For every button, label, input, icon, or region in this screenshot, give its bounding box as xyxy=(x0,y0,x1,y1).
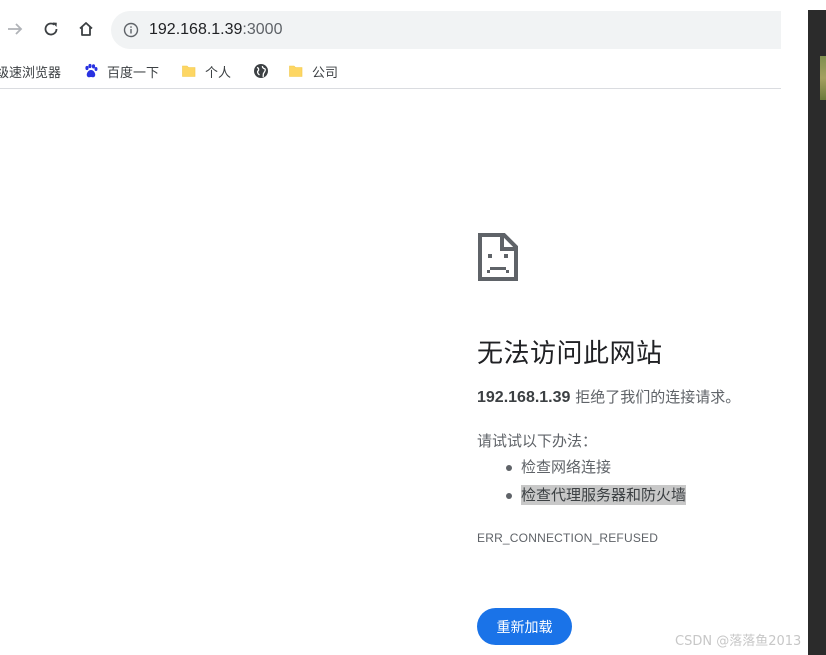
home-button[interactable] xyxy=(71,14,101,44)
suggestions-heading: 请试试以下办法： xyxy=(477,432,598,450)
bookmark-folder-company[interactable]: 公司 xyxy=(288,60,338,82)
error-title: 无法访问此网站 xyxy=(477,339,663,369)
suggestion-check-network: 检查网络连接 xyxy=(521,458,612,476)
reload-page-button[interactable]: 重新加载 xyxy=(477,608,572,645)
bookmark-label: 级速浏览器 xyxy=(0,64,62,80)
reload-button[interactable] xyxy=(36,14,66,44)
baidu-paw-icon xyxy=(83,63,99,79)
url-host: 192.168.1.39 xyxy=(149,21,243,38)
url-port: :3000 xyxy=(242,21,283,38)
folder-icon xyxy=(181,63,197,79)
home-icon xyxy=(79,22,93,36)
watermark: CSDN @落落鱼2013 xyxy=(675,634,802,649)
suggestion-check-proxy-link[interactable]: 检查代理服务器和防火墙 xyxy=(521,485,687,505)
globe-icon xyxy=(253,63,269,79)
info-icon[interactable] xyxy=(123,22,139,38)
list-item: 检查代理服务器和防火墙 xyxy=(477,483,687,511)
bookmark-label: 公司 xyxy=(312,64,339,80)
bullet xyxy=(506,493,512,499)
bookmark-label: 个人 xyxy=(205,64,232,80)
bookmark-browser[interactable]: 级速浏览器 xyxy=(0,60,61,82)
list-item: 检查网络连接 xyxy=(477,455,686,483)
folder-icon xyxy=(288,63,304,79)
adjacent-window-edge xyxy=(808,10,826,655)
error-message: 拒绝了我们的连接请求。 xyxy=(570,388,741,406)
forward-button[interactable] xyxy=(0,14,30,44)
bookmark-globe[interactable] xyxy=(253,60,277,82)
error-description: 192.168.1.39 拒绝了我们的连接请求。 xyxy=(477,386,740,407)
bookmark-folder-personal[interactable]: 个人 xyxy=(181,60,231,82)
sad-page-icon xyxy=(477,232,519,282)
address-bar[interactable]: 192.168.1.39:3000 xyxy=(111,11,781,49)
bookmark-baidu[interactable]: 百度一下 xyxy=(83,60,159,82)
suggestions-list: 检查网络连接 检查代理服务器和防火墙 xyxy=(477,455,687,511)
address-url: 192.168.1.39:3000 xyxy=(149,21,282,39)
error-host: 192.168.1.39 xyxy=(477,389,571,406)
error-code: ERR_CONNECTION_REFUSED xyxy=(477,531,659,545)
adjacent-window-thumbnail xyxy=(820,56,826,100)
browser-toolbar: 192.168.1.39:3000 xyxy=(0,0,781,58)
reload-icon xyxy=(44,22,58,36)
arrow-right-icon xyxy=(8,23,23,35)
bullet xyxy=(506,465,512,471)
bookmarks-bar: 级速浏览器 百度一下 个人 公司 xyxy=(0,58,781,89)
bookmark-label: 百度一下 xyxy=(107,64,160,80)
